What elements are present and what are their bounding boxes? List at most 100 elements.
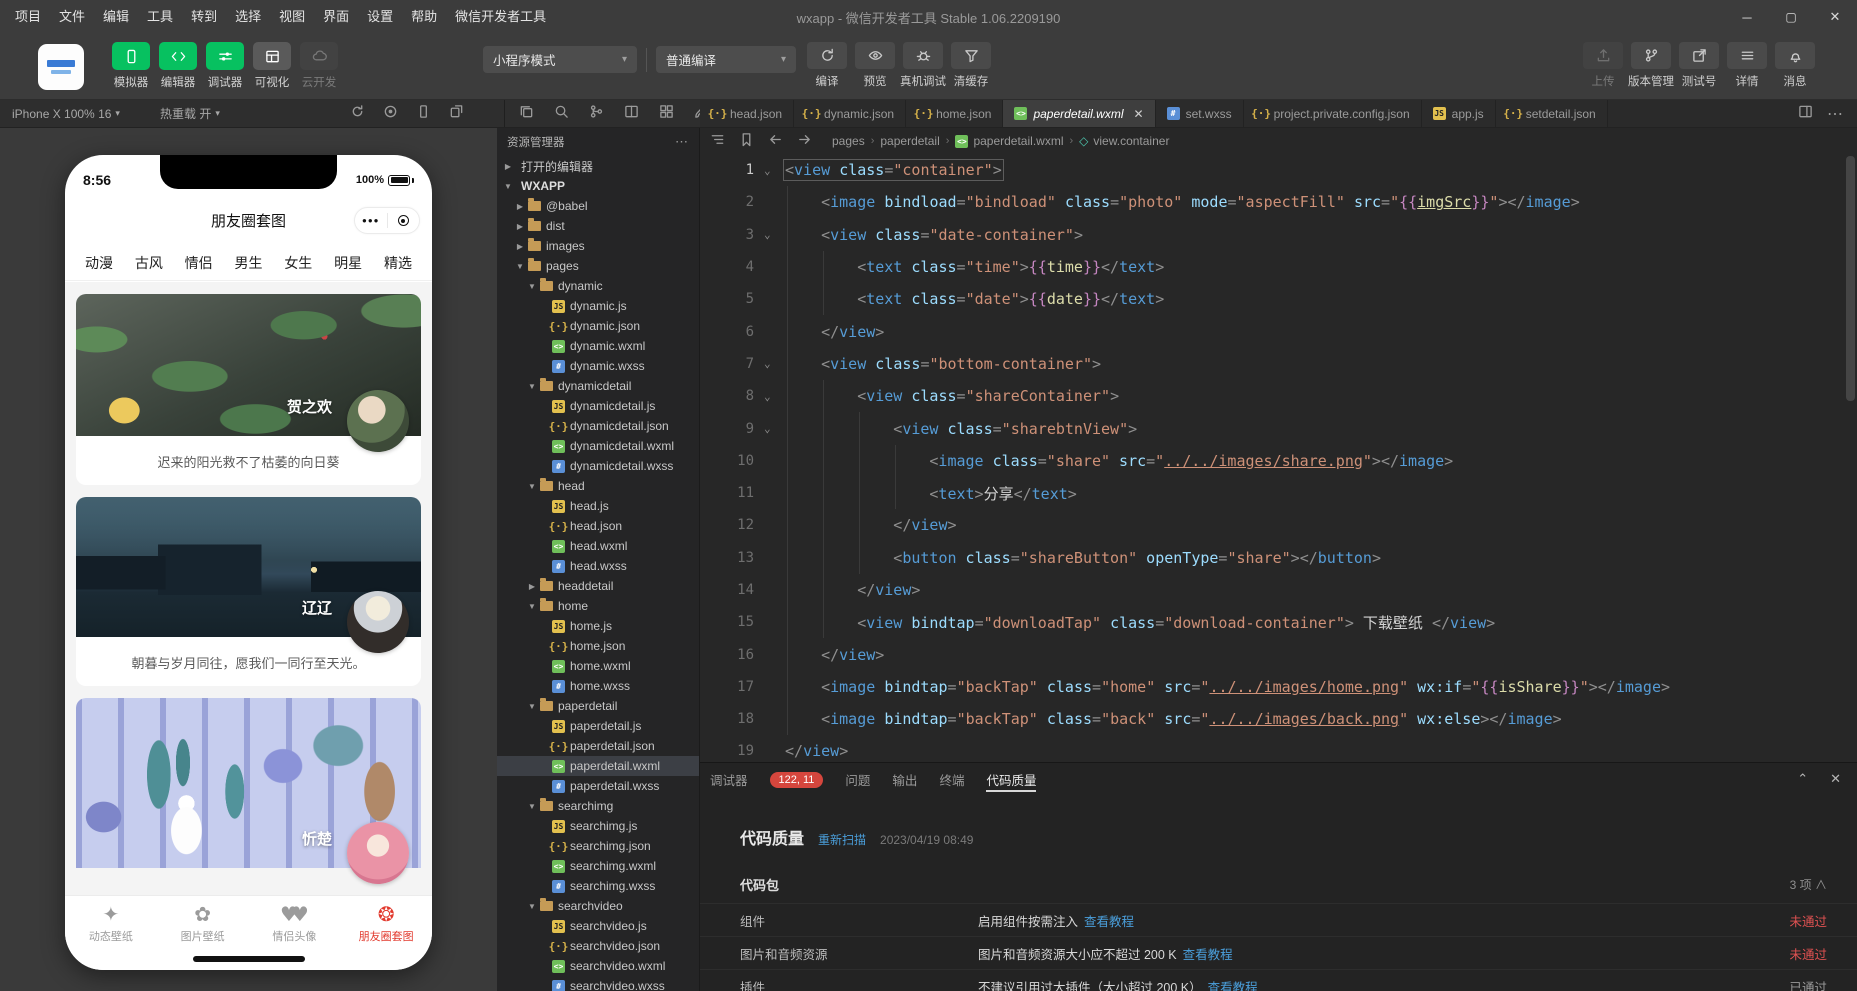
- category-tab-女生[interactable]: 女生: [284, 253, 312, 273]
- tab-app.js[interactable]: JS app.js: [1421, 100, 1496, 127]
- home-indicator[interactable]: [193, 956, 305, 962]
- compile-select[interactable]: 普通编译 ▾: [656, 46, 796, 73]
- tree-item-pages[interactable]: ▼ pages: [497, 256, 699, 276]
- tree-item-WXAPP[interactable]: ▼ WXAPP: [497, 176, 699, 196]
- code-line-4[interactable]: 4 <text class="time">{{time}}</text>: [700, 250, 1857, 284]
- tree-item-dynamic.json[interactable]: {·} dynamic.json: [497, 316, 699, 336]
- code-line-15[interactable]: 15 <view bindtap="downloadTap" class="do…: [700, 606, 1857, 639]
- editor-scrollbar[interactable]: [1846, 156, 1855, 401]
- tab-project.private.config.json[interactable]: {·} project.private.config.json: [1243, 100, 1422, 127]
- menu-item[interactable]: 选择: [226, 0, 270, 34]
- 详情-button[interactable]: 详情: [1726, 42, 1768, 89]
- tutorial-link[interactable]: 查看教程: [1084, 915, 1134, 929]
- tree-item-home[interactable]: ▼ home: [497, 596, 699, 616]
- tree-item-searchimg.wxss[interactable]: # searchimg.wxss: [497, 876, 699, 896]
- explorer-more-icon[interactable]: ⋯: [675, 134, 689, 150]
- tree-item-dynamicdetail.wxss[interactable]: # dynamicdetail.wxss: [497, 456, 699, 476]
- tree-item-dist[interactable]: ▶ dist: [497, 216, 699, 236]
- wallpaper-card[interactable]: 辽辽 朝暮与岁月同往，愿我们一同行至天光。: [76, 497, 421, 686]
- tree-item-searchvideo.js[interactable]: JS searchvideo.js: [497, 916, 699, 936]
- panel-tab-输出[interactable]: 输出: [892, 763, 917, 796]
- code-line-7[interactable]: 7 ⌄ <view class="bottom-container">: [700, 347, 1857, 381]
- 预览-button[interactable]: 预览: [854, 42, 896, 89]
- section-count[interactable]: 3 项 ∧: [1790, 876, 1827, 893]
- menu-item[interactable]: 微信开发者工具: [446, 0, 555, 34]
- panel-tab-问题[interactable]: 问题: [845, 763, 870, 796]
- category-tab-古风[interactable]: 古风: [135, 253, 163, 273]
- menu-item[interactable]: 设置: [358, 0, 402, 34]
- tree-item-dynamic.wxml[interactable]: <> dynamic.wxml: [497, 336, 699, 356]
- panel-close-icon[interactable]: ✕: [1830, 771, 1841, 787]
- 消息-button[interactable]: 消息: [1774, 42, 1816, 89]
- category-tab-精选[interactable]: 精选: [384, 253, 412, 273]
- tab-dynamic.json[interactable]: {·} dynamic.json: [794, 100, 907, 127]
- problem-count-badge[interactable]: 122, 11: [769, 771, 824, 788]
- tree-item-head.js[interactable]: JS head.js: [497, 496, 699, 516]
- tree-item-searchimg.js[interactable]: JS searchimg.js: [497, 816, 699, 836]
- tree-item-dynamicdetail.json[interactable]: {·} dynamicdetail.json: [497, 416, 699, 436]
- 上传-button[interactable]: 上传: [1582, 42, 1624, 89]
- git-icon[interactable]: [589, 104, 604, 124]
- category-tab-明星[interactable]: 明星: [334, 253, 362, 273]
- code-line-18[interactable]: 18 <image bindtap="backTap" class="back"…: [700, 703, 1857, 736]
- menu-item[interactable]: 编辑: [94, 0, 138, 34]
- tree-item-dynamicdetail.wxml[interactable]: <> dynamicdetail.wxml: [497, 436, 699, 456]
- 测试号-button[interactable]: 测试号: [1678, 42, 1720, 89]
- record-icon[interactable]: [383, 104, 398, 124]
- maximize-button[interactable]: ▢: [1769, 0, 1813, 34]
- tree-item-images[interactable]: ▶ images: [497, 236, 699, 256]
- code-line-19[interactable]: 19 </view>: [700, 735, 1857, 762]
- menu-item[interactable]: 转到: [182, 0, 226, 34]
- tree-item-dynamic[interactable]: ▼ dynamic: [497, 276, 699, 296]
- menu-item[interactable]: 视图: [270, 0, 314, 34]
- phone-s-icon[interactable]: [416, 104, 431, 124]
- panel-tab-调试器[interactable]: 调试器: [710, 763, 748, 796]
- reload-icon[interactable]: [350, 104, 365, 124]
- tab-head.json[interactable]: {·} head.json: [700, 100, 795, 127]
- tree-item-searchimg.wxml[interactable]: <> searchimg.wxml: [497, 856, 699, 876]
- 调试器-button[interactable]: 调试器: [206, 42, 244, 90]
- breadcrumb-pages[interactable]: pages: [832, 134, 865, 148]
- sim-tab-朋友圈套图[interactable]: ❂ 朋友圈套图: [340, 896, 432, 970]
- tree-item-head.json[interactable]: {·} head.json: [497, 516, 699, 536]
- 真机调试-button[interactable]: 真机调试: [900, 42, 946, 89]
- tree-item-home.js[interactable]: JS home.js: [497, 616, 699, 636]
- menu-item[interactable]: 界面: [314, 0, 358, 34]
- tree-item-head.wxml[interactable]: <> head.wxml: [497, 536, 699, 556]
- fold-chevron-icon[interactable]: ⌄: [760, 164, 785, 177]
- fold-chevron-icon[interactable]: ⌄: [760, 357, 785, 370]
- wallpaper-card[interactable]: 忻楚: [76, 698, 421, 884]
- splitv-icon[interactable]: [1798, 104, 1813, 124]
- avatar[interactable]: [347, 591, 409, 653]
- category-tab-动漫[interactable]: 动漫: [85, 253, 113, 273]
- tree-item-searchvideo.json[interactable]: {·} searchvideo.json: [497, 936, 699, 956]
- code-line-10[interactable]: 10 <image class="share" src="../../image…: [700, 444, 1857, 477]
- 模拟器-button[interactable]: 模拟器: [112, 42, 150, 90]
- minimize-button[interactable]: ─: [1725, 0, 1769, 34]
- 可视化-button[interactable]: 可视化: [253, 42, 291, 90]
- search-icon[interactable]: [554, 104, 569, 124]
- tree-item-home.wxss[interactable]: # home.wxss: [497, 676, 699, 696]
- breadcrumb-view.container[interactable]: ◇ view.container: [1079, 134, 1169, 148]
- exit-target-icon[interactable]: [388, 215, 420, 226]
- tab-paperdetail.wxml[interactable]: <> paperdetail.wxml ✕: [1003, 100, 1156, 127]
- tab-set.wxss[interactable]: # set.wxss: [1155, 100, 1244, 127]
- tree-item-searchvideo[interactable]: ▼ searchvideo: [497, 896, 699, 916]
- panel-tab-终端[interactable]: 终端: [939, 763, 964, 796]
- split-icon[interactable]: [624, 104, 639, 124]
- rescan-link[interactable]: 重新扫描: [818, 831, 866, 848]
- code-line-14[interactable]: 14 </view>: [700, 573, 1857, 607]
- 编辑器-button[interactable]: 编辑器: [159, 42, 197, 90]
- category-tab-男生[interactable]: 男生: [234, 253, 262, 273]
- avatar[interactable]: [347, 390, 409, 452]
- tree-item-home.wxml[interactable]: <> home.wxml: [497, 656, 699, 676]
- code-line-9[interactable]: 9 ⌄ <view class="sharebtnView">: [700, 412, 1857, 445]
- tree-item-paperdetail[interactable]: ▼ paperdetail: [497, 696, 699, 716]
- tutorial-link[interactable]: 查看教程: [1183, 948, 1233, 962]
- tree-item-paperdetail.js[interactable]: JS paperdetail.js: [497, 716, 699, 736]
- arrowR-icon[interactable]: [797, 132, 812, 150]
- tree-item-dynamicdetail[interactable]: ▼ dynamicdetail: [497, 376, 699, 396]
- bookmark-icon[interactable]: [739, 132, 754, 150]
- tree-item-@babel[interactable]: ▶ @babel: [497, 196, 699, 216]
- tree-item-searchvideo.wxml[interactable]: <> searchvideo.wxml: [497, 956, 699, 976]
